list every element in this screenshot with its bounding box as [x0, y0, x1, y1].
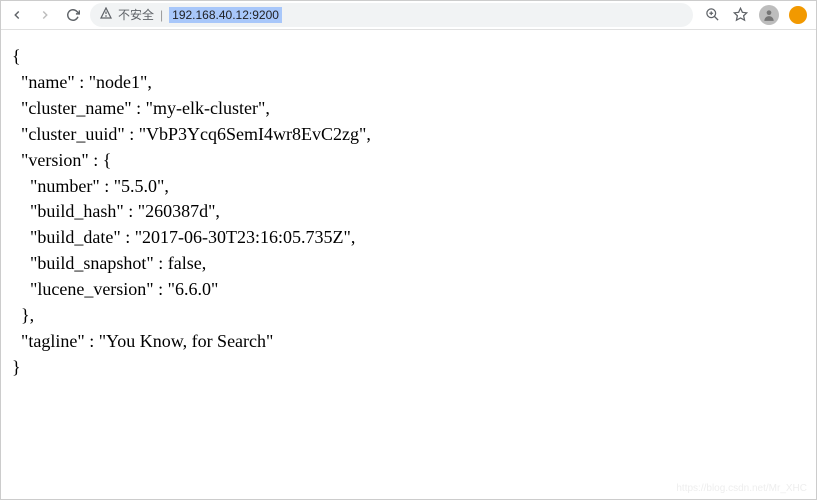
json-value: 6.6.0 [175, 279, 211, 299]
address-bar[interactable]: 不安全 | 192.168.40.12:9200 [90, 3, 693, 27]
json-value: 5.5.0 [121, 176, 157, 196]
json-value: You Know, for Search [106, 331, 266, 351]
profile-avatar[interactable] [759, 5, 779, 25]
notification-badge[interactable] [789, 6, 807, 24]
insecure-icon [100, 7, 112, 22]
json-value: node1 [96, 72, 140, 92]
json-key: "lucene_version" [30, 279, 154, 299]
json-value: VbP3Ycq6SemI4wr8EvC2zg [146, 124, 359, 144]
json-value: false [168, 253, 202, 273]
json-key: "cluster_uuid" [21, 124, 125, 144]
json-key: "build_date" [30, 227, 121, 247]
url-text: 192.168.40.12:9200 [169, 7, 282, 23]
browser-toolbar: 不安全 | 192.168.40.12:9200 [0, 0, 817, 30]
json-response-body: { "name" : "node1", "cluster_name" : "my… [0, 30, 817, 395]
forward-button[interactable] [34, 4, 56, 26]
insecure-label: 不安全 [118, 6, 154, 23]
json-value: 2017-06-30T23:16:05.735Z [142, 227, 343, 247]
reload-button[interactable] [62, 4, 84, 26]
json-key: "cluster_name" [21, 98, 132, 118]
json-key: "build_hash" [30, 201, 124, 221]
zoom-icon[interactable] [703, 6, 721, 24]
toolbar-right [699, 5, 811, 25]
back-button[interactable] [6, 4, 28, 26]
separator: | [160, 8, 163, 22]
json-key: "number" [30, 176, 100, 196]
json-key: "tagline" [21, 331, 85, 351]
json-key: "build_snapshot" [30, 253, 154, 273]
json-value: 260387d [145, 201, 208, 221]
json-key: "name" [21, 72, 75, 92]
watermark: https://blog.csdn.net/Mr_XHC [676, 483, 807, 494]
json-value: my-elk-cluster [153, 98, 258, 118]
bookmark-star-icon[interactable] [731, 6, 749, 24]
json-key: "version" [21, 150, 89, 170]
